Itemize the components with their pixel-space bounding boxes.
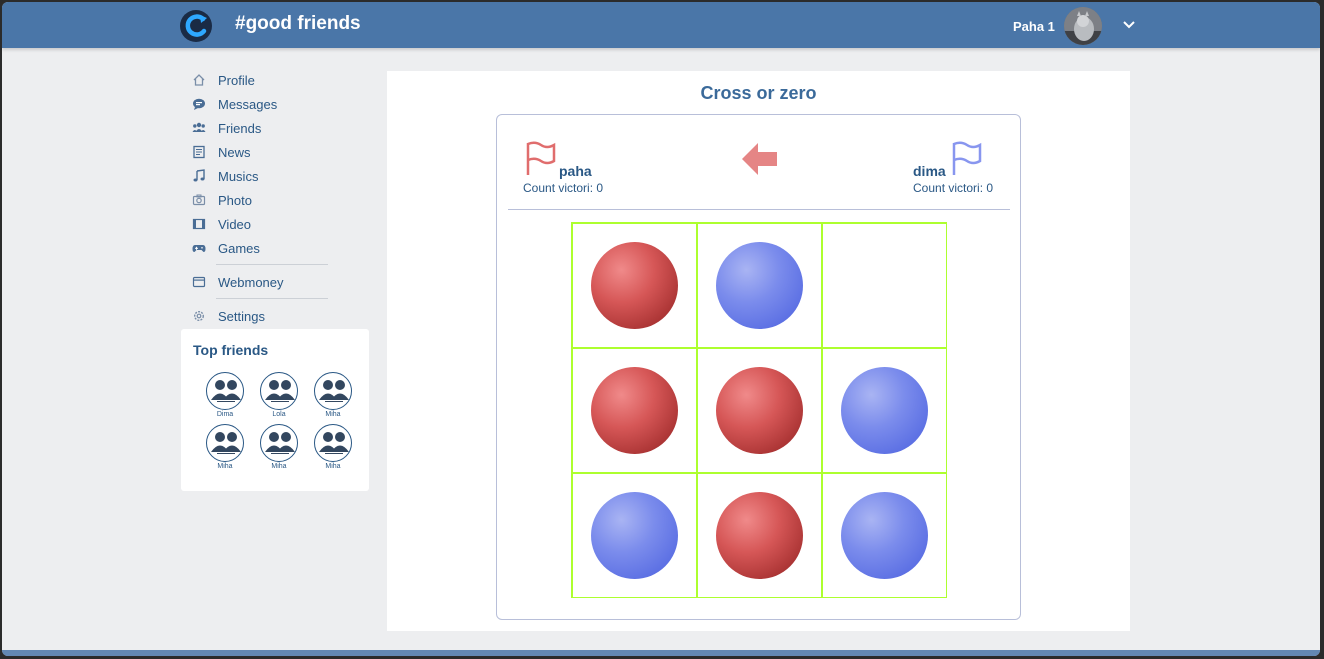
site-title[interactable]: #good friends — [235, 13, 361, 35]
blue-piece — [841, 492, 928, 579]
avatar-image — [1064, 7, 1102, 45]
game-card: paha Count victori: 0 dima Count victori… — [496, 114, 1021, 620]
sidebar-item-profile[interactable]: Profile — [191, 68, 331, 92]
video-icon — [191, 216, 207, 232]
blue-piece — [841, 367, 928, 454]
board-cell[interactable] — [697, 348, 822, 473]
friend-silhouette-icon — [265, 380, 295, 403]
board-cell[interactable] — [822, 223, 947, 348]
friend-card[interactable]: Miha — [252, 424, 306, 470]
board-cell[interactable] — [697, 473, 822, 598]
friend-avatar — [314, 424, 352, 462]
flag-icon — [952, 141, 982, 175]
sidebar: Profile Messages Friends News Musics Pho… — [191, 68, 331, 328]
sidebar-item-label: News — [218, 144, 251, 160]
sidebar-item-label: Settings — [218, 308, 265, 324]
friend-name: Miha — [325, 463, 341, 470]
sidebar-item-settings[interactable]: Settings — [191, 304, 331, 328]
app-window: #good friends Paha 1 Profile Messages Fr… — [2, 2, 1320, 656]
home-icon — [191, 72, 207, 88]
top-friends-grid: Dima Lola Miha Miha Miha Miha — [198, 372, 358, 470]
friend-avatar — [206, 372, 244, 410]
gamepad-icon — [191, 240, 207, 256]
divider — [508, 209, 1010, 210]
logo-icon[interactable] — [179, 9, 213, 43]
sidebar-divider — [216, 264, 328, 265]
arrow-left-icon — [742, 143, 777, 175]
chevron-down-icon[interactable] — [1122, 17, 1136, 31]
sidebar-item-photo[interactable]: Photo — [191, 188, 331, 212]
friend-silhouette-icon — [211, 380, 241, 403]
sidebar-item-label: Musics — [218, 168, 259, 184]
sidebar-item-news[interactable]: News — [191, 140, 331, 164]
friend-card[interactable]: Dima — [198, 372, 252, 418]
sidebar-item-label: Messages — [218, 96, 278, 112]
sidebar-item-webmoney[interactable]: Webmoney — [191, 270, 331, 294]
blue-piece — [591, 492, 678, 579]
game-board — [571, 222, 947, 598]
chat-icon — [191, 96, 207, 112]
bottom-bar — [2, 650, 1320, 656]
friend-card[interactable]: Lola — [252, 372, 306, 418]
victory-count: Count victori: 0 — [523, 181, 604, 195]
player-name: dima — [913, 163, 946, 179]
camera-icon — [191, 192, 207, 208]
board-cell[interactable] — [697, 223, 822, 348]
friend-name: Lola — [272, 411, 286, 418]
wallet-icon — [191, 274, 207, 290]
top-friends-panel: Top friends Dima Lola Miha Miha Miha Mih… — [181, 329, 369, 491]
friend-silhouette-icon — [211, 432, 241, 455]
page-title: Cross or zero — [700, 83, 817, 103]
board-cell[interactable] — [572, 473, 697, 598]
sidebar-item-games[interactable]: Games — [191, 236, 331, 260]
red-piece — [716, 367, 803, 454]
friend-avatar — [314, 372, 352, 410]
gear-icon — [191, 308, 207, 324]
sidebar-item-label: Webmoney — [218, 274, 284, 290]
friends-icon — [191, 120, 207, 136]
sidebar-item-label: Profile — [218, 72, 255, 88]
friend-name: Miha — [325, 411, 341, 418]
friend-name: Miha — [271, 463, 287, 470]
board-cell[interactable] — [572, 348, 697, 473]
friend-name: Miha — [217, 463, 233, 470]
red-piece — [591, 367, 678, 454]
friend-avatar — [206, 424, 244, 462]
sidebar-item-label: Photo — [218, 192, 252, 208]
sidebar-item-video[interactable]: Video — [191, 212, 331, 236]
sidebar-item-label: Friends — [218, 120, 262, 136]
top-friends-title: Top friends — [193, 342, 269, 358]
news-icon — [191, 144, 207, 160]
red-piece — [716, 492, 803, 579]
flag-icon — [526, 141, 556, 175]
friend-avatar — [260, 372, 298, 410]
sidebar-item-label: Games — [218, 240, 260, 256]
user-name[interactable]: Paha 1 — [1013, 19, 1055, 34]
music-icon — [191, 168, 207, 184]
blue-piece — [716, 242, 803, 329]
victory-count: Count victori: 0 — [913, 181, 994, 195]
board-cell[interactable] — [822, 348, 947, 473]
sidebar-divider — [216, 298, 328, 299]
red-piece — [591, 242, 678, 329]
sidebar-item-musics[interactable]: Musics — [191, 164, 331, 188]
sidebar-item-messages[interactable]: Messages — [191, 92, 331, 116]
player-name: paha — [559, 163, 592, 179]
friend-silhouette-icon — [319, 380, 349, 403]
friend-avatar — [260, 424, 298, 462]
friend-card[interactable]: Miha — [198, 424, 252, 470]
user-avatar[interactable] — [1064, 7, 1102, 45]
game-panel: Cross or zero paha Count victori: 0 dima — [387, 71, 1130, 631]
sidebar-item-friends[interactable]: Friends — [191, 116, 331, 140]
sidebar-item-label: Video — [218, 216, 252, 232]
friend-card[interactable]: Miha — [306, 372, 360, 418]
friend-silhouette-icon — [319, 432, 349, 455]
board-cell[interactable] — [572, 223, 697, 348]
friend-name: Dima — [216, 411, 234, 418]
friend-silhouette-icon — [265, 432, 295, 455]
board-cell[interactable] — [822, 473, 947, 598]
top-bar: #good friends Paha 1 — [2, 2, 1320, 48]
friend-card[interactable]: Miha — [306, 424, 360, 470]
